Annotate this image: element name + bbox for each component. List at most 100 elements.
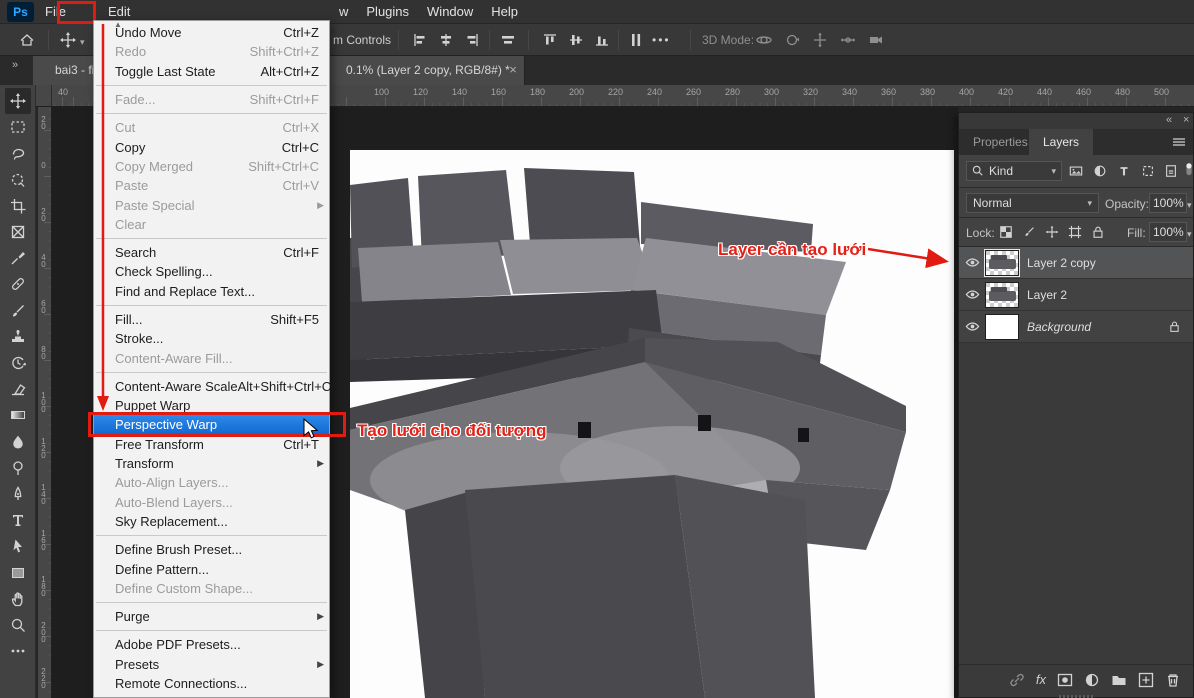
distribute-icon[interactable] [628, 32, 644, 48]
menu-item-presets[interactable]: Presets▶ [94, 655, 329, 674]
healing-brush-tool[interactable] [5, 271, 31, 297]
menu-item-search[interactable]: SearchCtrl+F [94, 243, 329, 262]
clone-stamp-tool[interactable] [5, 324, 31, 350]
toolbar-expand-icon[interactable]: » [12, 59, 17, 71]
dodge-tool[interactable] [5, 455, 31, 481]
filter-smart-object-icon[interactable] [1164, 164, 1178, 178]
tab-close-icon[interactable]: × [505, 62, 521, 77]
menu-item-remote-connections[interactable]: Remote Connections... [94, 674, 329, 693]
chevron-down-icon[interactable]: ▾ [80, 37, 85, 48]
align-bottom-icon[interactable] [594, 32, 610, 48]
align-right-icon[interactable] [464, 32, 480, 48]
filter-image-icon[interactable] [1069, 164, 1083, 178]
menu-item-adobe-pdf-presets[interactable]: Adobe PDF Presets... [94, 635, 329, 654]
filter-shape-icon[interactable] [1141, 164, 1155, 178]
new-group-icon[interactable] [1111, 672, 1127, 688]
layer-thumbnail[interactable] [985, 250, 1019, 276]
menu-item-stroke[interactable]: Stroke... [94, 329, 329, 348]
path-select-tool[interactable] [5, 533, 31, 559]
lasso-tool[interactable] [5, 140, 31, 166]
layer-style-icon[interactable]: fx [1036, 672, 1046, 687]
menu-item-transform[interactable]: Transform▶ [94, 454, 329, 473]
3d-camera-icon[interactable] [868, 32, 884, 48]
align-center-icon[interactable] [438, 32, 454, 48]
3d-orbit-icon[interactable] [756, 32, 772, 48]
menu-item-sky-replacement[interactable]: Sky Replacement... [94, 512, 329, 531]
lock-transparent-icon[interactable] [999, 225, 1013, 239]
layer-row-background[interactable]: Background [959, 311, 1193, 343]
menu-item-define-pattern[interactable]: Define Pattern... [94, 559, 329, 578]
pen-tool[interactable] [5, 481, 31, 507]
marquee-tool[interactable] [5, 114, 31, 140]
more-tools[interactable] [5, 638, 31, 664]
align-middle-icon[interactable] [568, 32, 584, 48]
adjustment-layer-icon[interactable] [1084, 672, 1100, 688]
menubar-item-plugins[interactable]: Plugins [357, 0, 418, 24]
menu-item-purge[interactable]: Purge▶ [94, 607, 329, 626]
menu-item-find-and-replace-text[interactable]: Find and Replace Text... [94, 282, 329, 301]
align-h-icon[interactable] [500, 32, 516, 48]
layer-row-layer-2[interactable]: Layer 2 [959, 279, 1193, 311]
brush-tool[interactable] [5, 298, 31, 324]
history-brush-tool[interactable] [5, 350, 31, 376]
panel-menu-icon[interactable] [1171, 134, 1187, 150]
menu-item-undo-move[interactable]: Undo MoveCtrl+Z [94, 23, 329, 42]
filter-adjustment-icon[interactable] [1093, 164, 1107, 178]
menu-item-puppet-warp[interactable]: Puppet Warp [94, 396, 329, 415]
fill-scrubber-icon[interactable]: ▾ [1187, 229, 1192, 240]
menu-item-check-spelling[interactable]: Check Spelling... [94, 262, 329, 281]
new-layer-icon[interactable] [1138, 672, 1154, 688]
frame-tool[interactable] [5, 219, 31, 245]
fill-input[interactable]: 100% [1149, 222, 1187, 242]
eye-icon[interactable] [959, 287, 985, 302]
eraser-tool[interactable] [5, 376, 31, 402]
type-tool[interactable] [5, 507, 31, 533]
lock-position-icon[interactable] [1045, 225, 1059, 239]
close-panel-icon[interactable]: × [1183, 114, 1189, 126]
vertical-ruler[interactable]: 20020406080100120140160180200220 [38, 107, 52, 698]
align-top-icon[interactable] [542, 32, 558, 48]
delete-layer-icon[interactable] [1165, 672, 1181, 688]
object-selection-tool[interactable] [5, 167, 31, 193]
more-options-icon[interactable]: ••• [652, 33, 671, 47]
filter-type-icon[interactable] [1117, 164, 1131, 178]
eyedropper-tool[interactable] [5, 245, 31, 271]
menu-item-free-transform[interactable]: Free TransformCtrl+T [94, 435, 329, 454]
layer-name[interactable]: Layer 2 copy [1027, 256, 1096, 270]
link-layers-icon[interactable] [1009, 672, 1025, 688]
3d-slide-icon[interactable] [840, 32, 856, 48]
show-transform-controls-label[interactable]: m Controls [333, 33, 391, 47]
align-left-icon[interactable] [412, 32, 428, 48]
lock-pixels-icon[interactable] [1022, 225, 1036, 239]
lock-all-icon[interactable] [1091, 225, 1105, 239]
filter-toggle-icon[interactable] [1182, 162, 1194, 176]
move-tool[interactable] [5, 88, 31, 114]
menubar-item-help[interactable]: Help [482, 0, 527, 24]
filter-kind-select[interactable]: Kind ▾ [966, 161, 1062, 181]
layer-thumbnail[interactable] [985, 282, 1019, 308]
hand-tool[interactable] [5, 586, 31, 612]
layer-name[interactable]: Background [1027, 320, 1091, 334]
eye-icon[interactable] [959, 255, 985, 270]
tab-layers[interactable]: Layers [1029, 129, 1093, 155]
shape-tool[interactable] [5, 560, 31, 586]
home-icon[interactable] [19, 32, 35, 48]
blur-tool[interactable] [5, 429, 31, 455]
gradient-tool[interactable] [5, 402, 31, 428]
3d-pan-icon[interactable] [812, 32, 828, 48]
menu-item-fill[interactable]: Fill...Shift+F5 [94, 310, 329, 329]
crop-tool[interactable] [5, 193, 31, 219]
menubar-item-w[interactable]: w [330, 0, 357, 24]
menu-item-content-aware-scale[interactable]: Content-Aware ScaleAlt+Shift+Ctrl+C [94, 377, 329, 396]
opacity-scrubber-icon[interactable]: ▾ [1187, 200, 1192, 211]
layer-mask-icon[interactable] [1057, 672, 1073, 688]
layer-name[interactable]: Layer 2 [1027, 288, 1067, 302]
menu-item-toggle-last-state[interactable]: Toggle Last StateAlt+Ctrl+Z [94, 62, 329, 81]
eye-icon[interactable] [959, 319, 985, 334]
layer-row-layer-2-copy[interactable]: Layer 2 copy [959, 247, 1193, 279]
layer-thumbnail[interactable] [985, 314, 1019, 340]
opacity-input[interactable]: 100% [1149, 193, 1187, 213]
menu-item-define-brush-preset[interactable]: Define Brush Preset... [94, 540, 329, 559]
blend-mode-select[interactable]: Normal ▾ [966, 193, 1099, 213]
lock-artboard-icon[interactable] [1068, 225, 1082, 239]
